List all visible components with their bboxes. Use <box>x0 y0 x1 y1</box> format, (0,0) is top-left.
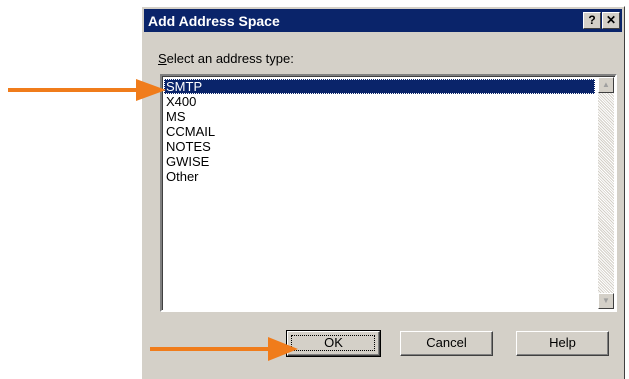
address-type-label-text: elect an address type: <box>166 51 294 66</box>
address-type-label: Select an address type: <box>158 51 294 66</box>
list-item-ms[interactable]: MS <box>164 109 595 124</box>
address-type-list: SMTP X400 MS CCMAIL NOTES GWISE Other <box>164 79 595 184</box>
dialog-title: Add Address Space <box>148 13 280 29</box>
address-type-label-accelerator: S <box>158 51 167 66</box>
cancel-button[interactable]: Cancel <box>400 331 493 356</box>
add-address-space-dialog: Add Address Space ? ✕ Select an address … <box>141 6 625 379</box>
vertical-scrollbar[interactable]: ▲ ▼ <box>598 77 614 309</box>
title-bar: Add Address Space ? ✕ <box>144 9 622 32</box>
annotation-arrow-icon <box>8 79 166 101</box>
list-item-notes[interactable]: NOTES <box>164 139 595 154</box>
ok-button[interactable]: OK <box>286 330 381 357</box>
title-help-button[interactable]: ? <box>583 12 601 29</box>
list-item-ccmail[interactable]: CCMAIL <box>164 124 595 139</box>
scroll-down-icon[interactable]: ▼ <box>598 293 614 309</box>
help-button[interactable]: Help <box>516 331 609 356</box>
list-item-smtp[interactable]: SMTP <box>164 79 595 94</box>
list-item-x400[interactable]: X400 <box>164 94 595 109</box>
list-item-other[interactable]: Other <box>164 169 595 184</box>
list-item-gwise[interactable]: GWISE <box>164 154 595 169</box>
annotation-arrow-icon <box>150 337 298 361</box>
scroll-up-icon[interactable]: ▲ <box>598 77 614 93</box>
focus-rectangle <box>291 335 375 351</box>
address-type-listbox[interactable]: SMTP X400 MS CCMAIL NOTES GWISE Other ▲ … <box>160 74 617 312</box>
close-button[interactable]: ✕ <box>602 12 620 29</box>
